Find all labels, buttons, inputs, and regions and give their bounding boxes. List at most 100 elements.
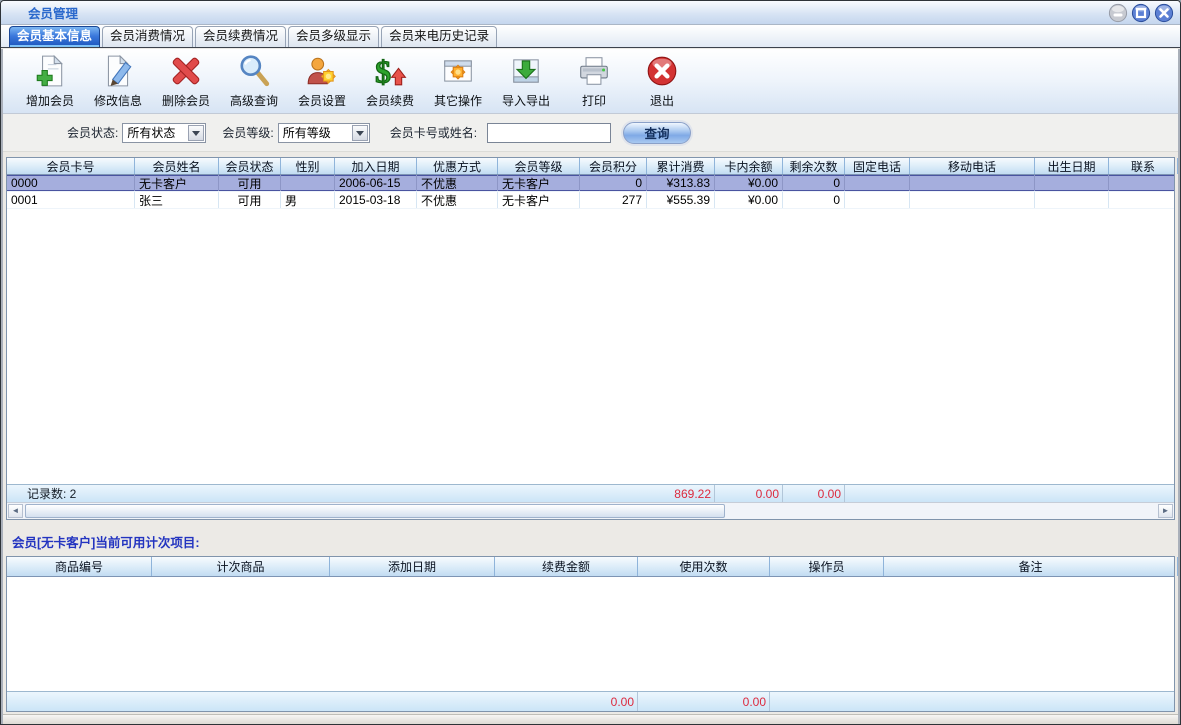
toolbar-button-label: 退出: [650, 92, 674, 109]
table-cell: 无卡客户: [135, 175, 219, 191]
chevron-down-icon[interactable]: [188, 125, 204, 141]
column-header[interactable]: 续费金额: [495, 557, 638, 576]
column-header[interactable]: 卡内余额: [715, 158, 783, 174]
keyword-input[interactable]: [487, 123, 611, 143]
member-level-select[interactable]: 所有等级: [278, 123, 370, 143]
toolbar-button-label: 导入导出: [502, 92, 550, 109]
toolbar-button-2[interactable]: 修改信息: [84, 52, 152, 113]
column-header[interactable]: 商品编号: [7, 557, 152, 576]
column-header[interactable]: 会员等级: [498, 158, 580, 174]
table-cell: [910, 192, 1035, 208]
toolbar-button-label: 会员续费: [366, 92, 414, 109]
toolbar-button-5[interactable]: 会员设置: [288, 52, 356, 113]
column-header[interactable]: 计次商品: [152, 557, 330, 576]
toolbar-button-1[interactable]: 增加会员: [16, 52, 84, 113]
column-header[interactable]: 使用次数: [638, 557, 770, 576]
members-table-body: 0000无卡客户可用2006-06-15不优惠无卡客户0¥313.83¥0.00…: [7, 175, 1174, 484]
column-header[interactable]: 备注: [884, 557, 1178, 576]
scroll-right-icon[interactable]: ►: [1158, 504, 1173, 518]
scrollbar-thumb[interactable]: [25, 504, 725, 518]
table-cell: 0: [783, 192, 845, 208]
summary-cell: [580, 485, 647, 502]
exit-icon: [645, 54, 679, 91]
summary-cell: [152, 692, 330, 711]
member-status-label: 会员状态:: [67, 124, 118, 141]
toolbar-button-label: 删除会员: [162, 92, 210, 109]
toolbar-button-9[interactable]: 打印: [560, 52, 628, 113]
column-header[interactable]: 联系: [1109, 158, 1178, 174]
print-icon: [577, 54, 611, 91]
svg-text:$: $: [375, 55, 391, 88]
table-cell: 0001: [7, 192, 135, 208]
search-button[interactable]: 查询: [623, 122, 691, 144]
table-row[interactable]: 0001张三可用男2015-03-18不优惠无卡客户277¥555.39¥0.0…: [7, 192, 1174, 209]
column-header[interactable]: 会员状态: [219, 158, 281, 174]
column-header[interactable]: 添加日期: [330, 557, 495, 576]
scroll-left-icon[interactable]: ◄: [8, 504, 23, 518]
summary-cell: [910, 485, 1035, 502]
table-cell: [281, 175, 335, 191]
table-cell: [910, 175, 1035, 191]
column-header[interactable]: 优惠方式: [417, 158, 498, 174]
summary-cell: [417, 485, 498, 502]
summary-total: 0.00: [783, 485, 845, 502]
member-level-value: 所有等级: [283, 124, 331, 141]
table-cell: [1109, 192, 1174, 208]
table-cell: 0000: [7, 175, 135, 191]
column-header[interactable]: 加入日期: [335, 158, 417, 174]
column-header[interactable]: 累计消费: [647, 158, 715, 174]
maximize-button[interactable]: [1131, 2, 1152, 23]
tab-3[interactable]: 会员续费情况: [195, 26, 286, 47]
column-header[interactable]: 会员姓名: [135, 158, 219, 174]
column-header[interactable]: 移动电话: [910, 158, 1035, 174]
toolbar-button-3[interactable]: 删除会员: [152, 52, 220, 113]
table-cell: [1109, 175, 1174, 191]
table-cell: ¥0.00: [715, 192, 783, 208]
column-header[interactable]: 固定电话: [845, 158, 910, 174]
tab-1[interactable]: 会员基本信息: [9, 26, 100, 47]
table-cell: 无卡客户: [498, 175, 580, 191]
member-status-value: 所有状态: [127, 124, 175, 141]
toolbar-button-label: 会员设置: [298, 92, 346, 109]
chevron-down-icon[interactable]: [352, 125, 368, 141]
minimize-button[interactable]: [1108, 2, 1129, 23]
table-cell: 张三: [135, 192, 219, 208]
members-table: 会员卡号会员姓名会员状态性别加入日期优惠方式会员等级会员积分累计消费卡内余额剩余…: [6, 157, 1175, 520]
table-cell: 男: [281, 192, 335, 208]
summary-cell: [330, 692, 495, 711]
toolbar-button-6[interactable]: $ 会员续费: [356, 52, 424, 113]
member-renew-icon: $: [373, 54, 407, 91]
toolbar-button-label: 高级查询: [230, 92, 278, 109]
toolbar-button-10[interactable]: 退出: [628, 52, 696, 113]
record-count: 记录数: 2: [7, 485, 135, 502]
summary-cell: [135, 485, 219, 502]
import-export-icon: [509, 54, 543, 91]
items-table-body: [7, 577, 1174, 691]
tab-2[interactable]: 会员消费情况: [102, 26, 193, 47]
column-header[interactable]: 会员积分: [580, 158, 647, 174]
toolbar-button-4[interactable]: 高级查询: [220, 52, 288, 113]
column-header[interactable]: 性别: [281, 158, 335, 174]
summary-cell: [335, 485, 417, 502]
summary-cell: [1109, 485, 1178, 502]
table-row[interactable]: 0000无卡客户可用2006-06-15不优惠无卡客户0¥313.83¥0.00…: [7, 175, 1174, 192]
summary-cell: [7, 692, 152, 711]
tab-5[interactable]: 会员来电历史记录: [381, 26, 497, 47]
column-header[interactable]: 会员卡号: [7, 158, 135, 174]
summary-total: 0.00: [715, 485, 783, 502]
current-items-section-label: 会员[无卡客户]当前可用计次项目:: [12, 532, 1178, 550]
column-header[interactable]: 操作员: [770, 557, 884, 576]
tab-4[interactable]: 会员多级显示: [288, 26, 379, 47]
toolbar-button-8[interactable]: 导入导出: [492, 52, 560, 113]
close-button[interactable]: [1154, 2, 1175, 23]
column-header[interactable]: 剩余次数: [783, 158, 845, 174]
add-member-icon: [33, 54, 67, 91]
toolbar-button-label: 打印: [582, 92, 606, 109]
horizontal-scrollbar[interactable]: ◄ ►: [7, 502, 1174, 519]
toolbar-button-7[interactable]: 其它操作: [424, 52, 492, 113]
table-cell: ¥555.39: [647, 192, 715, 208]
member-status-select[interactable]: 所有状态: [122, 123, 206, 143]
summary-total: 869.22: [647, 485, 715, 502]
edit-info-icon: [101, 54, 135, 91]
column-header[interactable]: 出生日期: [1035, 158, 1109, 174]
